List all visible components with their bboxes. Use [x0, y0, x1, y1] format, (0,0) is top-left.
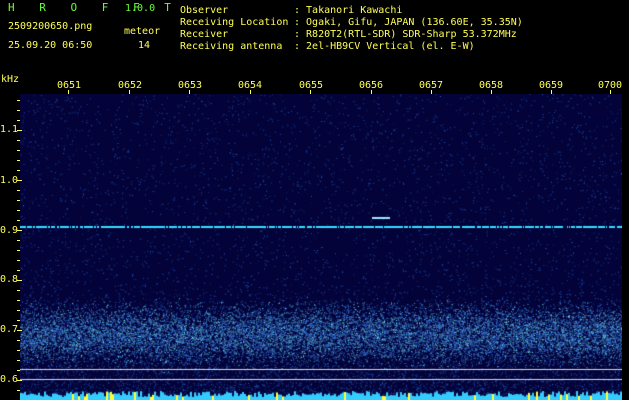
y-tick-mark [17, 160, 20, 161]
x-tick-mark [431, 90, 432, 94]
y-tick-mark [17, 110, 20, 111]
y-tick-label: 0.6 [0, 374, 19, 385]
y-tick-mark [17, 310, 20, 311]
y-tick-label: 1.1 [0, 124, 19, 135]
app-version: 1.0.0 [125, 3, 156, 14]
y-tick-mark [17, 300, 20, 301]
x-tick-mark [551, 90, 552, 94]
y-tick-label: 1.0 [0, 175, 19, 186]
y-tick-mark [17, 120, 20, 121]
info-label-antenna: Receiving antenna [180, 41, 283, 52]
x-tick-mark [310, 90, 311, 94]
x-tick-label: 0653 [178, 80, 203, 91]
x-tick-mark [610, 90, 611, 94]
y-tick-mark [17, 240, 20, 241]
info-label-observer: Observer [180, 5, 229, 16]
y-tick-mark [17, 320, 20, 321]
info-value-location: : Ogaki, Gifu, JAPAN (136.60E, 35.35N) [294, 17, 523, 28]
x-tick-mark [371, 90, 372, 94]
meteor-count: 14 [138, 40, 151, 51]
y-tick-mark [17, 370, 20, 371]
info-value-observer: : Takanori Kawachi [294, 5, 403, 16]
y-tick-mark [17, 380, 22, 381]
y-axis-unit: kHz [1, 74, 20, 85]
x-tick-label: 0652 [118, 80, 143, 91]
y-tick-mark [17, 230, 22, 231]
x-tick-mark [250, 90, 251, 94]
x-tick-label: 0655 [299, 80, 324, 91]
filename: 2509200650.png [8, 21, 93, 32]
info-label-location: Receiving Location [180, 17, 289, 28]
y-tick-mark [17, 220, 20, 221]
y-tick-mark [17, 210, 20, 211]
y-tick-mark [17, 390, 20, 391]
y-tick-mark [17, 340, 20, 341]
y-tick-mark [17, 130, 22, 131]
y-tick-mark [17, 140, 20, 141]
spectrogram-canvas [20, 94, 622, 400]
timestamp: 25.09.20 06:50 [8, 40, 93, 51]
x-tick-mark [68, 90, 69, 94]
spectrogram-plot [20, 94, 622, 400]
hrofft-window: H R O F F T 1.0.0 2509200650.png meteor … [0, 0, 629, 400]
x-tick-mark [491, 90, 492, 94]
y-tick-mark [17, 260, 20, 261]
info-value-antenna: : 2el-HB9CV Vertical (el. E-W) [294, 41, 475, 52]
meteor-label: meteor [124, 26, 161, 37]
y-tick-mark [17, 200, 20, 201]
y-tick-mark [17, 290, 20, 291]
x-tick-mark [189, 90, 190, 94]
y-tick-mark [17, 250, 20, 251]
y-tick-label: 0.8 [0, 274, 19, 285]
y-tick-label: 0.7 [0, 324, 19, 335]
y-tick-mark [17, 190, 20, 191]
y-tick-mark [17, 100, 20, 101]
y-tick-mark [17, 330, 22, 331]
y-tick-mark [17, 360, 20, 361]
y-tick-mark [17, 280, 22, 281]
info-label-receiver: Receiver [180, 29, 229, 40]
y-tick-mark [17, 180, 22, 181]
info-value-receiver: : R820T2(RTL-SDR) SDR-Sharp 53.372MHz [294, 29, 517, 40]
y-tick-mark [17, 170, 20, 171]
y-tick-mark [17, 150, 20, 151]
y-tick-label: 0.9 [0, 225, 19, 236]
x-tick-label: 0651 [57, 80, 82, 91]
y-tick-mark [17, 270, 20, 271]
y-tick-mark [17, 350, 20, 351]
x-tick-mark [129, 90, 130, 94]
